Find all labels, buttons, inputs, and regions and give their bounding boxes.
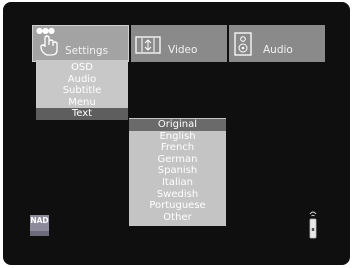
video-screen-icon: [135, 36, 161, 54]
text-options-dropdown: Original English French German Spanish I…: [129, 118, 226, 227]
option-other[interactable]: Other: [129, 212, 226, 224]
tab-audio-label: Audio: [263, 44, 293, 56]
tab-audio[interactable]: Audio: [229, 25, 325, 62]
settings-submenu: OSD Audio Subtitle Menu Text: [36, 60, 128, 120]
option-english[interactable]: English: [129, 131, 226, 143]
option-italian[interactable]: Italian: [129, 177, 226, 189]
hand-pointer-icon: [40, 35, 58, 56]
option-german[interactable]: German: [129, 154, 226, 166]
tab-settings[interactable]: ●●● Settings: [32, 25, 129, 62]
remote-control-icon: [309, 211, 317, 239]
menu-item-subtitle[interactable]: Subtitle: [36, 85, 128, 97]
tab-settings-label: Settings: [65, 45, 109, 57]
tab-video[interactable]: Video: [131, 25, 227, 62]
option-original[interactable]: Original: [129, 119, 226, 131]
option-spanish[interactable]: Spanish: [129, 165, 226, 177]
menu-item-osd[interactable]: OSD: [36, 62, 128, 74]
nad-logo: NAD: [30, 215, 49, 236]
menu-item-menu[interactable]: Menu: [36, 97, 128, 109]
option-french[interactable]: French: [129, 142, 226, 154]
menu-item-audio[interactable]: Audio: [36, 74, 128, 86]
menu-item-text[interactable]: Text: [36, 108, 128, 120]
option-portuguese[interactable]: Portuguese: [129, 200, 226, 212]
speaker-icon: [234, 32, 252, 56]
tab-video-label: Video: [168, 44, 198, 56]
dots-indicator: ●●●: [36, 26, 55, 35]
option-swedish[interactable]: Swedish: [129, 189, 226, 201]
osd-screen: ●●● Settings Video Audio OSD Audio Subti…: [3, 2, 350, 265]
